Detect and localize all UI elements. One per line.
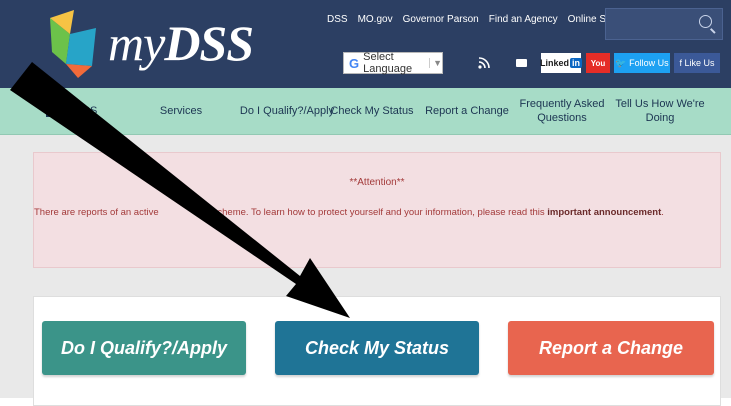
report-a-change-button[interactable]: Report a Change [508, 321, 714, 375]
main-nav: myDSS Services Do I Qualify?/Apply Check… [0, 88, 731, 135]
nav-report-a-change[interactable]: Report a Change [425, 88, 509, 134]
logo-dss: DSS [164, 15, 254, 71]
youtube-label: You [590, 58, 606, 68]
linkedin-button[interactable]: Linked in [540, 53, 583, 73]
home-icon [44, 105, 57, 117]
language-select[interactable]: G Select Language ▼ [343, 51, 443, 75]
facebook-label: f Like Us [679, 58, 715, 68]
check-my-status-button[interactable]: Check My Status [275, 321, 479, 375]
toplink-dss[interactable]: DSS [327, 14, 348, 34]
twitter-follow-button[interactable]: 🐦 Follow Us [614, 53, 670, 73]
alert-title: **Attention** [349, 177, 405, 188]
mo-state-logo-icon[interactable] [44, 6, 104, 80]
facebook-like-button[interactable]: f Like Us [674, 53, 720, 73]
google-g-icon: G [349, 55, 360, 71]
alert-body: There are reports of an active scheme. To… [1, 207, 731, 218]
alert-text-suffix: . [661, 207, 664, 218]
logo-my: my [108, 15, 165, 71]
attention-alert: **Attention** There are reports of an ac… [33, 152, 721, 268]
alert-text-prefix: There are reports of an active [34, 207, 159, 218]
nav-home-label: myDSS [60, 105, 98, 117]
search-icon[interactable] [699, 15, 712, 28]
language-label: Select Language [363, 51, 413, 75]
nav-check-my-status[interactable]: Check My Status [330, 88, 414, 134]
chevron-down-icon: ▼ [429, 58, 442, 68]
site-header: myDSS DSS MO.gov Governor Parson Find an… [0, 0, 731, 88]
nav-home[interactable]: myDSS [44, 88, 106, 134]
nav-faq[interactable]: Frequently Asked Questions [512, 88, 612, 134]
nav-tell-us[interactable]: Tell Us How We're Doing [614, 88, 706, 134]
toplink-find-an-agency[interactable]: Find an Agency [489, 14, 558, 34]
alert-text-middle: scheme. To learn how to protect yourself… [212, 207, 545, 218]
nav-do-i-qualify-apply[interactable]: Do I Qualify?/Apply [228, 88, 346, 134]
top-links: DSS MO.gov Governor Parson Find an Agenc… [327, 14, 638, 34]
rss-icon[interactable] [473, 53, 495, 73]
toplink-mo-gov[interactable]: MO.gov [358, 14, 393, 34]
search-input[interactable] [605, 8, 723, 40]
apply-button[interactable]: Do I Qualify?/Apply [42, 321, 246, 375]
important-announcement-link[interactable]: important announcement [547, 207, 661, 218]
toplink-governor-parson[interactable]: Governor Parson [403, 14, 479, 34]
mail-icon[interactable] [510, 53, 532, 73]
linkedin-label: Linked [540, 58, 570, 68]
nav-services[interactable]: Services [146, 88, 216, 134]
twitter-label: 🐦 Follow Us [615, 57, 669, 68]
linkedin-in-icon: in [570, 58, 583, 68]
youtube-button[interactable]: You [586, 53, 610, 73]
mydss-logo-text[interactable]: myDSS [108, 15, 254, 71]
